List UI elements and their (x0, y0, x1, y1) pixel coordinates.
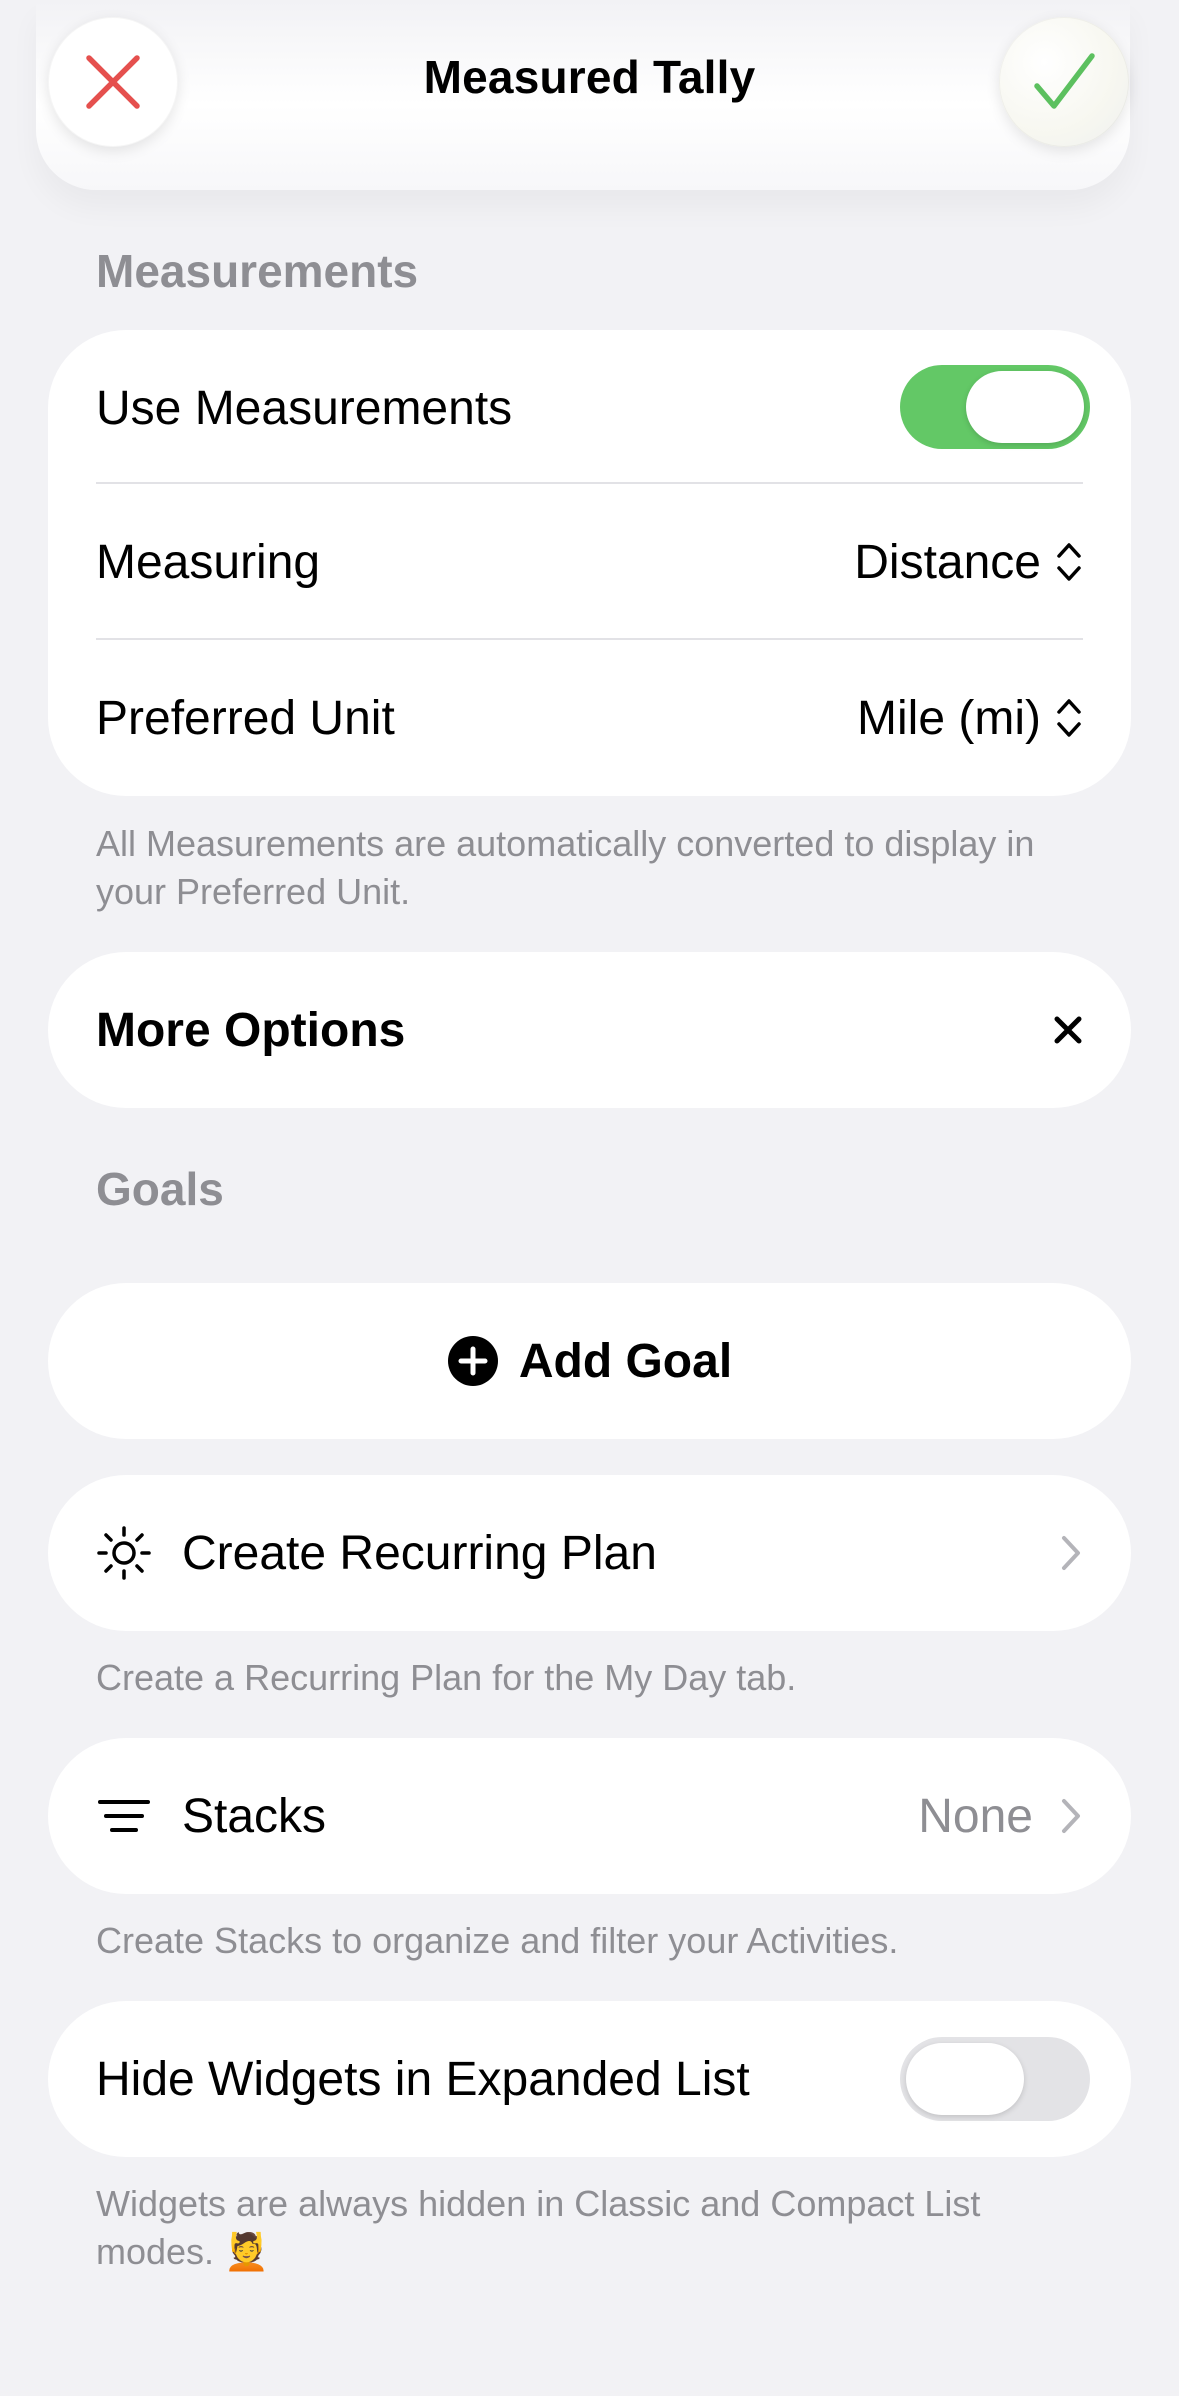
hide-widgets-label: Hide Widgets in Expanded List (96, 2052, 750, 2106)
stacks-card[interactable]: Stacks None (48, 1738, 1131, 1894)
hide-widgets-card: Hide Widgets in Expanded List (48, 2001, 1131, 2157)
measurements-card: Use Measurements Measuring Distance Pref… (48, 330, 1131, 796)
add-goal-row: Add Goal (96, 1283, 1083, 1439)
chevron-up-down-icon (1055, 696, 1083, 740)
chevron-up-down-icon (1055, 540, 1083, 584)
measuring-row[interactable]: Measuring Distance (96, 484, 1083, 640)
add-goal-label: Add Goal (518, 1334, 733, 1388)
chevron-right-icon (1059, 1533, 1083, 1573)
stacks-footnote: Create Stacks to organize and filter you… (96, 1920, 899, 1961)
use-measurements-label: Use Measurements (96, 381, 513, 435)
preferred-unit-row[interactable]: Preferred Unit Mile (mi) (96, 640, 1083, 796)
more-options-card[interactable]: More Options (48, 952, 1131, 1108)
chevron-right-icon (1059, 1796, 1083, 1836)
preferred-unit-picker[interactable]: Mile (mi) (857, 691, 1083, 746)
stacks-label: Stacks (182, 1789, 327, 1843)
more-options-label: More Options (96, 1003, 406, 1057)
recurring-plan-footnote: Create a Recurring Plan for the My Day t… (96, 1657, 797, 1698)
toggle-knob (966, 371, 1084, 443)
measuring-label: Measuring (96, 535, 321, 589)
stacks-row: Stacks None (96, 1738, 1083, 1894)
plus-circle-icon (447, 1335, 499, 1387)
recurring-plan-label: Create Recurring Plan (182, 1526, 657, 1580)
confirm-button[interactable] (999, 17, 1129, 147)
sun-icon (96, 1525, 152, 1581)
hide-widgets-toggle[interactable] (900, 2037, 1090, 2121)
toggle-knob (906, 2043, 1024, 2115)
goals-section-label: Goals (96, 1163, 224, 1215)
checkmark-icon (1032, 50, 1096, 114)
screen: Measured Tally Measurements Use Measurem… (0, 0, 1179, 2396)
recurring-plan-card[interactable]: Create Recurring Plan (48, 1475, 1131, 1631)
lines-icon (96, 1796, 152, 1836)
measurements-footnote: All Measurements are automatically conve… (96, 823, 1035, 912)
more-options-row: More Options (96, 952, 1083, 1108)
preferred-unit-value: Mile (mi) (857, 691, 1041, 745)
hide-widgets-footnote: Widgets are always hidden in Classic and… (96, 2183, 981, 2272)
use-measurements-toggle[interactable] (900, 365, 1090, 449)
measuring-value: Distance (854, 535, 1041, 589)
preferred-unit-label: Preferred Unit (96, 691, 395, 745)
stacks-value-group: None (918, 1789, 1083, 1844)
measurements-section-label: Measurements (96, 245, 419, 297)
measuring-picker[interactable]: Distance (854, 535, 1083, 590)
add-goal-button[interactable]: Add Goal (48, 1283, 1131, 1439)
stacks-value: None (918, 1789, 1033, 1843)
close-icon[interactable] (1053, 1015, 1083, 1045)
recurring-plan-row: Create Recurring Plan (96, 1475, 1083, 1631)
